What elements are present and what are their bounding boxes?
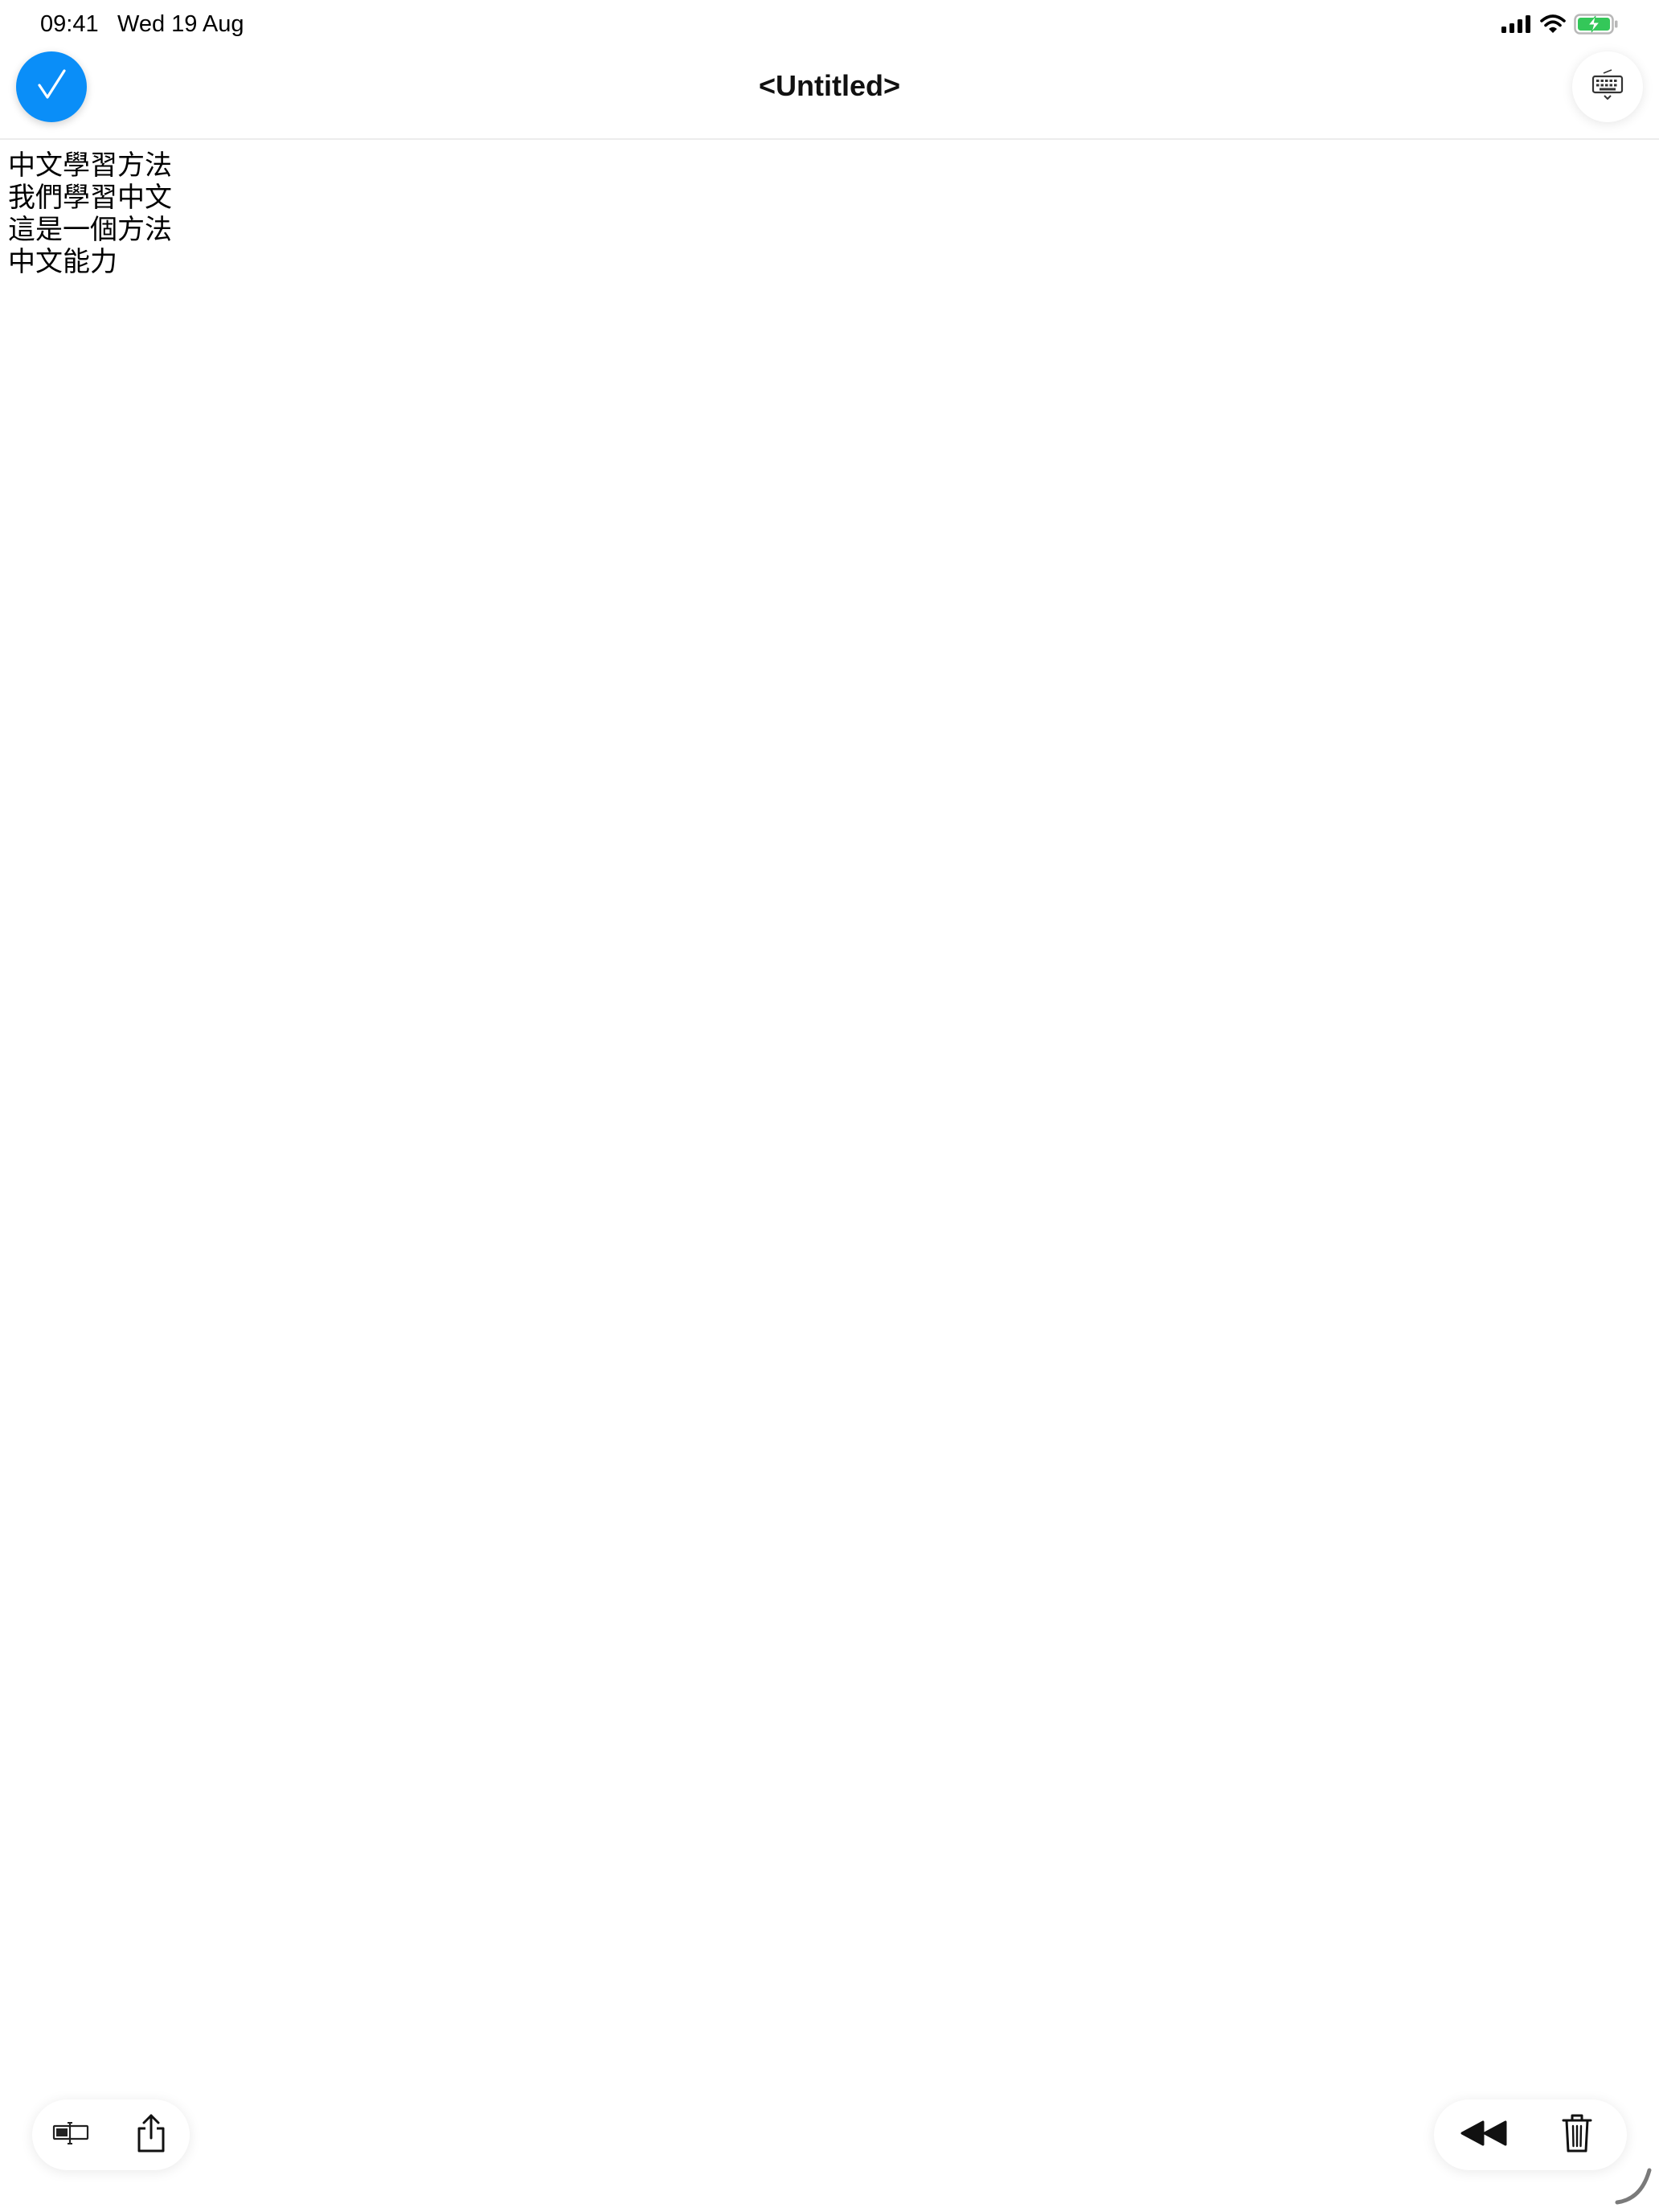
bottom-left-toolbar xyxy=(32,2099,190,2170)
trash-icon xyxy=(1561,2112,1593,2158)
cellular-signal-icon xyxy=(1501,15,1532,37)
delete-button[interactable] xyxy=(1542,2099,1612,2170)
screen: 09:41 Wed 19 Aug <Untitled> 中文學習方法 我們學習中… xyxy=(0,0,1659,2212)
scroll-indicator[interactable] xyxy=(1614,2167,1653,2206)
rewind-icon xyxy=(1459,2119,1509,2152)
bottom-right-toolbar xyxy=(1434,2099,1627,2170)
text-line: 中文學習方法 xyxy=(8,150,172,182)
status-bar: 09:41 Wed 19 Aug xyxy=(0,0,1659,48)
status-icons xyxy=(1501,14,1619,39)
document-title: <Untitled> xyxy=(758,69,901,102)
wifi-icon xyxy=(1540,14,1566,38)
battery-charging-icon xyxy=(1574,14,1619,39)
header-bar: <Untitled> xyxy=(0,48,1659,140)
keyboard-dismiss-icon xyxy=(1591,68,1624,106)
text-editor[interactable]: 中文學習方法 我們學習中文 這是一個方法 中文能力 xyxy=(8,150,1648,2079)
text-line: 我們學習中文 xyxy=(8,182,172,214)
dismiss-keyboard-button[interactable] xyxy=(1572,51,1643,122)
text-line: 這是一個方法 xyxy=(8,214,172,246)
status-date: Wed 19 Aug xyxy=(117,11,244,37)
input-mode-button[interactable] xyxy=(35,2099,106,2170)
input-mode-icon xyxy=(52,2121,89,2149)
status-time: 09:41 xyxy=(40,11,99,37)
share-button[interactable] xyxy=(116,2099,186,2170)
rewind-button[interactable] xyxy=(1448,2099,1519,2170)
share-icon xyxy=(135,2112,167,2158)
text-line: 中文能力 xyxy=(8,246,117,278)
